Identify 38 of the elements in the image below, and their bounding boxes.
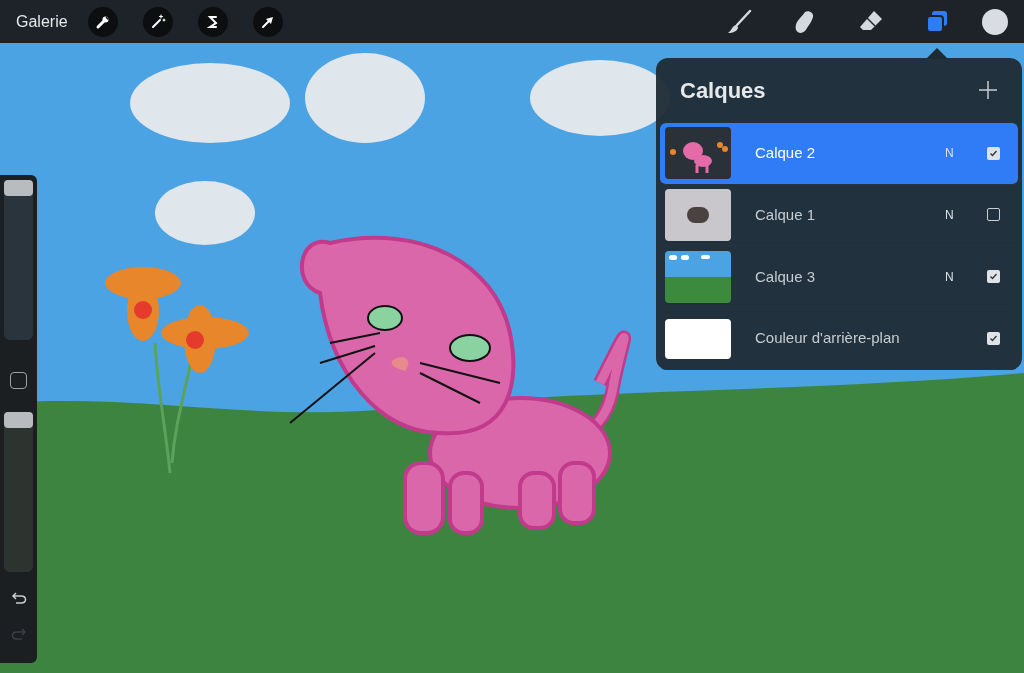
layer-row[interactable]: Couleur d'arrière-plan — [660, 308, 1018, 370]
action-button[interactable] — [142, 6, 173, 37]
slider-thumb[interactable] — [4, 180, 33, 196]
redo-icon — [10, 627, 27, 641]
blend-mode[interactable]: N — [945, 267, 973, 286]
color-swatch[interactable] — [982, 8, 1008, 35]
photo-thumbnail — [665, 188, 731, 241]
action-button[interactable] — [197, 6, 228, 37]
layer-row[interactable]: Calque 2 N — [660, 122, 1018, 185]
modify-button[interactable] — [10, 372, 27, 389]
panel-title: Calques — [680, 76, 766, 105]
gallery-button[interactable]: Galerie — [16, 9, 68, 34]
action-button[interactable] — [252, 6, 283, 37]
checkmark-icon — [989, 272, 998, 282]
layer-name: Calque 3 — [755, 266, 817, 287]
layer-name: Couleur d'arrière-plan — [755, 328, 901, 349]
layer-row[interactable]: Calque 1 N — [660, 184, 1018, 247]
slider-thumb[interactable] — [4, 412, 33, 428]
landscape-thumbnail — [665, 250, 731, 303]
blend-mode[interactable]: N — [945, 205, 973, 224]
layer-name: Calque 1 — [755, 204, 817, 225]
layer-row[interactable]: Calque 3 N — [660, 246, 1018, 309]
blank-thumbnail — [665, 318, 731, 359]
magic-wand-icon — [149, 13, 166, 30]
visibility-checkbox[interactable] — [987, 146, 1000, 160]
undo-icon — [10, 591, 27, 605]
wrench-icon — [94, 13, 111, 30]
cat-thumbnail — [665, 127, 731, 180]
checkmark-icon — [989, 148, 998, 158]
visibility-checkbox[interactable] — [987, 332, 1000, 346]
add-icon[interactable] — [978, 80, 998, 101]
brush-size-slider[interactable] — [4, 180, 33, 340]
visibility-checkbox[interactable] — [987, 270, 1000, 284]
layer-name: Calque 2 — [755, 142, 817, 163]
visibility-checkbox[interactable] — [987, 208, 1000, 222]
checkmark-icon — [989, 334, 998, 344]
action-button[interactable] — [87, 6, 118, 37]
opacity-slider[interactable] — [4, 412, 33, 572]
